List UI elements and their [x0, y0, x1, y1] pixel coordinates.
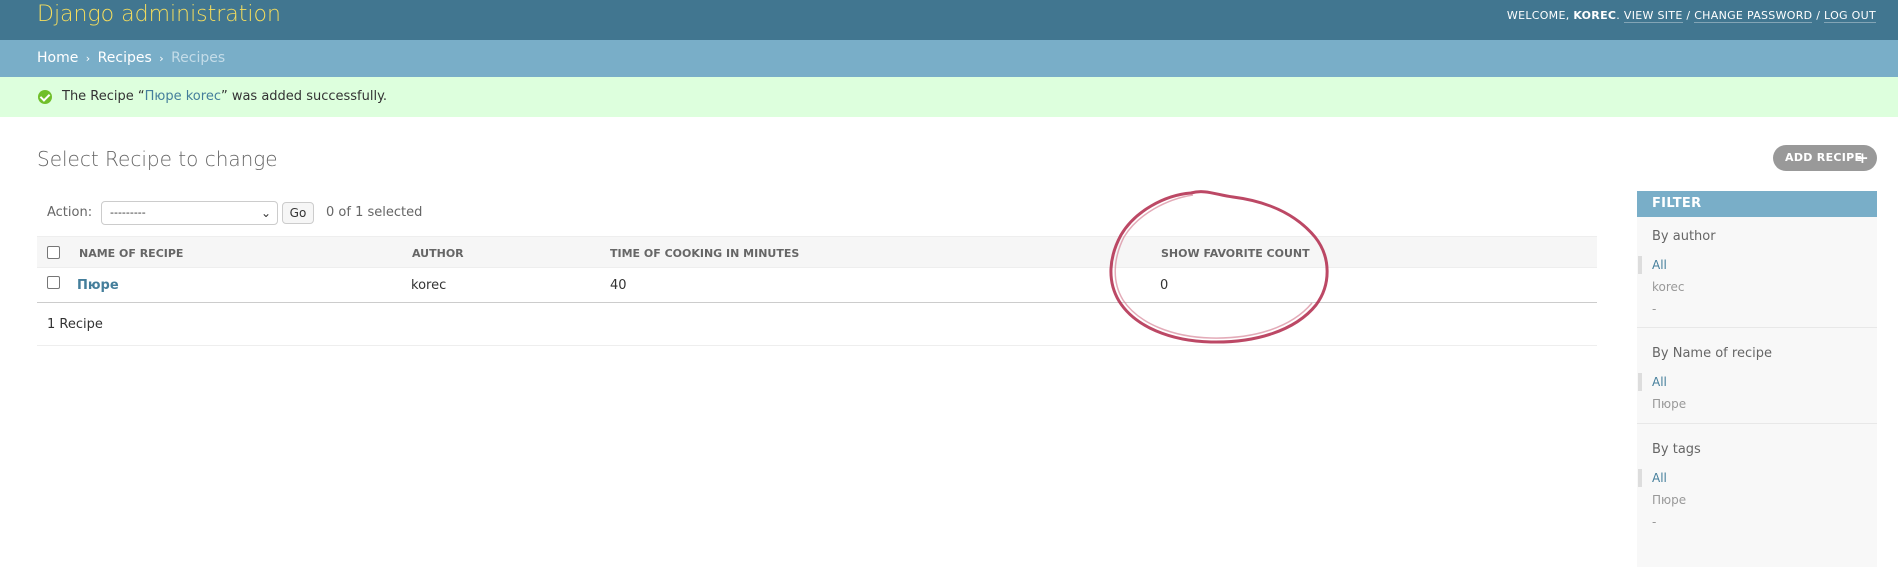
action-selected-option: ---------	[110, 206, 146, 219]
site-header: Django administration WELCOME, KOREC. VI…	[0, 0, 1898, 40]
username: KOREC	[1573, 9, 1617, 22]
breadcrumb-arrow: ›	[85, 52, 91, 65]
filter-sidebar: FILTER By author All korec - By Name of …	[1637, 191, 1877, 567]
filter-selected-marker	[1638, 373, 1642, 391]
plus-icon: +	[1856, 149, 1869, 167]
selected-count: 0 of 1 selected	[326, 205, 423, 220]
recipe-author: korec	[411, 278, 447, 293]
filter-selected-marker	[1638, 256, 1642, 274]
welcome-text: WELCOME,	[1506, 9, 1570, 22]
filter-heading-author: By author	[1652, 229, 1716, 244]
separator: /	[1686, 9, 1691, 22]
success-check-icon	[38, 90, 52, 104]
filter-author-korec[interactable]: korec	[1652, 280, 1685, 294]
action-select[interactable]: --------- ⌄	[101, 201, 278, 225]
success-message-text: The Recipe “Пюре korec” was added succes…	[62, 89, 387, 104]
filter-title: FILTER	[1637, 191, 1877, 217]
message-prefix: The Recipe “	[62, 89, 145, 104]
breadcrumb-current: Recipes	[171, 50, 226, 66]
filter-selected-marker	[1638, 469, 1642, 487]
breadcrumb-home[interactable]: Home	[37, 50, 78, 66]
filter-author-all[interactable]: All	[1652, 258, 1667, 272]
message-suffix: ” was added successfully.	[220, 89, 388, 104]
user-tools: WELCOME, KOREC. VIEW SITE / CHANGE PASSW…	[1506, 9, 1876, 23]
column-name-of-recipe[interactable]: NAME OF RECIPE	[79, 247, 183, 260]
go-button[interactable]: Go	[282, 202, 314, 224]
filter-tags-none[interactable]: -	[1652, 515, 1656, 529]
filter-name-pure[interactable]: Пюре	[1652, 397, 1686, 411]
chevron-down-icon: ⌄	[260, 206, 271, 220]
select-all-checkbox[interactable]	[47, 246, 60, 259]
success-message: The Recipe “Пюре korec” was added succes…	[0, 77, 1898, 117]
site-branding[interactable]: Django administration	[37, 2, 281, 27]
filter-name-all[interactable]: All	[1652, 375, 1667, 389]
actions-bar: Action: --------- ⌄ Go 0 of 1 selected	[37, 200, 1597, 225]
filter-heading-tags: By tags	[1652, 442, 1701, 457]
table-row: Пюре korec 40 0	[37, 268, 1597, 303]
breadcrumb-arrow: ›	[159, 52, 164, 65]
column-time-of-cooking[interactable]: TIME OF COOKING IN MINUTES	[610, 247, 799, 260]
filter-divider	[1637, 423, 1877, 424]
filter-group-author: By author All korec -	[1637, 217, 1877, 329]
page-title: Select Recipe to change	[37, 147, 278, 171]
recipe-name-link[interactable]: Пюре	[77, 278, 119, 293]
log-out-link[interactable]: LOG OUT	[1824, 9, 1876, 23]
table-header: NAME OF RECIPE AUTHOR TIME OF COOKING IN…	[37, 236, 1597, 268]
filter-group-name: By Name of recipe All Пюре	[1637, 334, 1877, 426]
change-password-link[interactable]: CHANGE PASSWORD	[1694, 9, 1813, 23]
annotation-circle	[1109, 190, 1329, 344]
filter-group-tags: By tags All Пюре -	[1637, 430, 1877, 550]
breadcrumb: Home › Recipes › Recipes	[0, 40, 1898, 77]
filter-divider	[1637, 327, 1877, 328]
add-recipe-label: ADD RECIPE	[1785, 151, 1863, 164]
paginator: 1 Recipe	[37, 303, 1597, 346]
filter-author-none[interactable]: -	[1652, 302, 1656, 316]
result-count: 1 Recipe	[47, 317, 103, 332]
filter-tags-pure[interactable]: Пюре	[1652, 493, 1686, 507]
recipe-time: 40	[610, 278, 627, 293]
view-site-link[interactable]: VIEW SITE	[1623, 9, 1683, 23]
separator: /	[1816, 9, 1821, 22]
breadcrumb-app[interactable]: Recipes	[98, 50, 152, 66]
column-author[interactable]: AUTHOR	[412, 247, 464, 260]
filter-heading-name: By Name of recipe	[1652, 346, 1772, 361]
action-label: Action:	[47, 205, 93, 220]
added-recipe-link[interactable]: Пюре korec	[145, 89, 221, 104]
row-checkbox[interactable]	[47, 276, 60, 289]
filter-tags-all[interactable]: All	[1652, 471, 1667, 485]
add-recipe-button[interactable]: ADD RECIPE +	[1773, 145, 1877, 171]
